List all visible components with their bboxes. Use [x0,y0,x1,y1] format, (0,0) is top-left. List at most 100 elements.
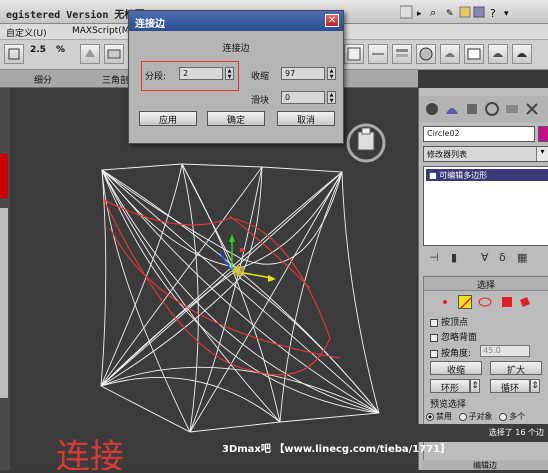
chevron-down-icon: ▾ [536,147,548,161]
mirror-icon [347,47,361,61]
snap-toggle-button[interactable] [4,44,24,64]
segments-input[interactable]: 2 [179,67,223,80]
polygon-mode-icon[interactable] [500,295,514,309]
by-angle-checkbox[interactable] [430,349,438,358]
preview-options: 禁用 子对象 多个 [426,411,525,422]
preview-multi-label: 多个 [509,412,526,421]
spinner-snap-button[interactable] [80,44,100,64]
utilities-tab-icon[interactable] [523,100,541,118]
command-panel: Circle02 修改器列表 ▾ ■ 可编辑多边形 ⊣ ▮ ∀ ẟ ▦ 选择 按… [418,88,548,470]
binoculars-icon: ▸ [417,9,422,19]
motion-tab-icon[interactable] [483,100,501,118]
align-button[interactable] [368,44,388,64]
ok-button[interactable]: 确定 [207,111,265,126]
modifier-list-label: 修改器列表 [427,150,467,159]
active-shade-icon [517,53,527,57]
slide-input[interactable]: 0 [281,91,325,104]
app-title: egistered Version 无标题 [6,10,145,21]
named-selection-button[interactable] [104,44,124,64]
title-toolbar-icons[interactable]: ▸ ⌕ ✎ ? ▾ [400,4,546,20]
teapot-icon [445,53,455,57]
preview-multi-radio[interactable] [499,412,508,421]
menu-maxscript[interactable]: MAXScript(M) [72,26,133,36]
object-color-swatch[interactable] [538,126,548,142]
pinch-input[interactable]: 97 [281,67,325,80]
viewcube-icon[interactable] [346,123,386,163]
pinch-label: 收缩 [251,72,270,82]
render-setup-button[interactable] [440,44,460,64]
dialog-title: 连接边 [129,11,343,31]
ring-spinner[interactable]: ⇕ [470,379,480,393]
watermark-text: 3Dmax吧 【www.linecg.com/tieba/1771】 [222,444,451,455]
folder-icon [459,6,471,18]
apply-button[interactable]: 应用 [139,111,197,126]
slide-spinner[interactable]: ▲ ▼ [327,91,336,104]
preview-selection-label: 预览选择 [430,400,467,410]
preview-subobj-radio[interactable] [458,412,467,421]
edit-edges-rollout-title[interactable]: 编辑边 [422,460,548,470]
show-end-result-icon[interactable]: ▮ [451,251,457,264]
quick-render-icon [493,53,503,57]
left-panel-scrollbar[interactable] [0,208,8,398]
by-angle-label: 按角度: [441,349,472,359]
pin-stack-icon[interactable]: ⊣ [429,251,439,264]
quick-render-button[interactable] [488,44,508,64]
vertex-mode-icon[interactable] [438,295,452,309]
make-unique-icon[interactable]: ∀ [481,251,489,264]
stack-item-label: 可编辑多边形 [439,171,488,180]
ignore-backfacing-option[interactable]: 忽略背面 [430,330,477,343]
preview-subobj-label: 子对象 [468,412,493,421]
modifier-list-dropdown[interactable]: 修改器列表 ▾ [423,146,548,162]
snap-icon [8,48,20,60]
loop-button[interactable]: 循环 [490,379,530,394]
cancel-button[interactable]: 取消 [277,111,335,126]
ring-button[interactable]: 环形 [430,379,470,394]
help-icon [400,5,413,19]
layer-icon [396,49,408,57]
ribbon-tab-triangulate[interactable]: 三角剖 [102,73,129,86]
segments-spinner[interactable]: ▲ ▼ [225,67,234,80]
wireframe-mesh: 连接 [56,123,386,473]
border-mode-icon[interactable] [478,295,492,309]
layer-button[interactable] [392,44,412,64]
modify-tab-icon[interactable] [443,100,461,118]
group-label: 连接边 [222,44,250,54]
perspective-viewport[interactable]: 连接 [10,88,418,473]
close-button[interactable]: ✕ [325,14,339,27]
shrink-button[interactable]: 收缩 [430,361,482,376]
hierarchy-tab-icon[interactable] [463,100,481,118]
stack-item-editable-poly[interactable]: ■ 可编辑多边形 [426,169,548,181]
edge-mode-icon[interactable] [458,295,472,309]
active-shade-button[interactable] [512,44,532,64]
mirror-button[interactable] [344,44,364,64]
display-tab-icon[interactable] [503,100,521,118]
ignore-backfacing-checkbox[interactable] [430,333,438,342]
by-vertex-option[interactable]: 按顶点 [430,315,468,328]
loop-spinner[interactable]: ⇕ [530,379,540,393]
by-vertex-label: 按顶点 [441,318,469,328]
percent-snap[interactable]: % [56,45,65,55]
element-mode-icon[interactable] [518,295,532,309]
create-tab-icon[interactable] [423,100,441,118]
menu-customize[interactable]: 自定义(U) [6,26,47,39]
by-vertex-checkbox[interactable] [430,318,438,327]
angle-spinner[interactable]: 45.0 [480,345,530,357]
spinner-snap-icon [85,49,95,57]
object-name-field[interactable]: Circle02 [423,126,535,142]
remove-modifier-icon[interactable]: ẟ [499,251,506,264]
handwriting-overlay: 连接 [56,437,124,470]
preview-off-radio[interactable] [426,412,434,421]
render-frame-button[interactable] [464,44,484,64]
command-panel-tabs [419,96,548,122]
by-angle-option[interactable]: 按角度: [430,346,471,359]
selection-rollout-title[interactable]: 选择 [424,277,548,291]
material-editor-button[interactable] [416,44,436,64]
grow-button[interactable]: 扩大 [490,361,542,376]
configure-sets-icon[interactable]: ▦ [517,251,527,264]
align-icon [372,53,384,55]
pinch-spinner[interactable]: ▲ ▼ [327,67,336,80]
modifier-stack[interactable]: ■ 可编辑多边形 [423,166,548,246]
ribbon-tab-subdivide[interactable]: 细分 [34,73,52,86]
expand-icon[interactable]: ■ [429,171,439,180]
left-panel-strip [0,88,10,470]
